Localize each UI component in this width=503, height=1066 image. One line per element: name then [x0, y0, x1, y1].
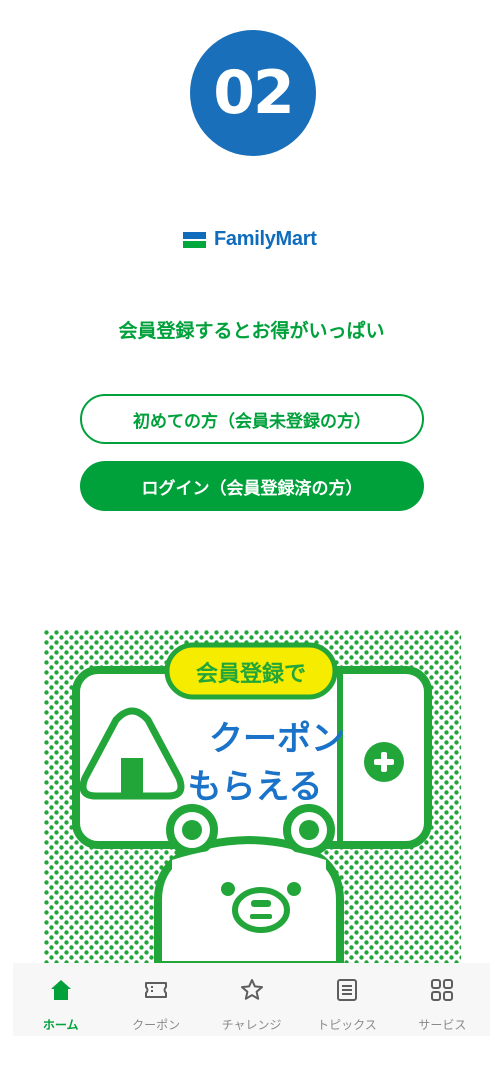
step-number: 02 [213, 58, 294, 128]
first-time-register-button[interactable]: 初めての方（会員未登録の方） [80, 394, 424, 444]
tab-home[interactable]: ホーム [13, 963, 108, 1036]
tab-service[interactable]: サービス [395, 963, 490, 1036]
banner-badge-text: 会員登録で [196, 661, 306, 687]
familymart-logo: FamilyMart [183, 228, 317, 251]
tab-label-topics: トピックス [317, 1018, 377, 1032]
tab-label-service: サービス [418, 1018, 467, 1032]
bottom-tab-bar: ホーム クーポン チャレンジ トピックス サービス [13, 963, 490, 1036]
tab-label-challenge: チャレンジ [221, 1018, 282, 1032]
tab-topics[interactable]: トピックス [299, 963, 394, 1036]
tagline: 会員登録するとお得がいっぱい [118, 320, 385, 342]
coupon-promo-banner[interactable]: 会員登録で クーポン もらえる [44, 630, 461, 965]
banner-line2: もらえる [188, 767, 323, 807]
tab-label-home: ホーム [42, 1018, 79, 1032]
banner-line1: クーポン [209, 719, 345, 759]
star-icon [240, 979, 263, 1000]
ticket-icon [145, 982, 168, 998]
tab-coupon[interactable]: クーポン [108, 963, 203, 1036]
plus-icon [364, 742, 404, 782]
familymart-logo-icon [183, 231, 206, 248]
document-icon [336, 979, 357, 1001]
login-button[interactable]: ログイン（会員登録済の方） [80, 461, 424, 511]
home-icon [50, 980, 71, 1000]
brand-name: FamilyMart [214, 228, 317, 250]
grid-icon [431, 979, 454, 1001]
tab-label-coupon: クーポン [132, 1018, 181, 1032]
step-number-badge: 02 [190, 30, 316, 156]
tab-challenge[interactable]: チャレンジ [204, 963, 299, 1036]
